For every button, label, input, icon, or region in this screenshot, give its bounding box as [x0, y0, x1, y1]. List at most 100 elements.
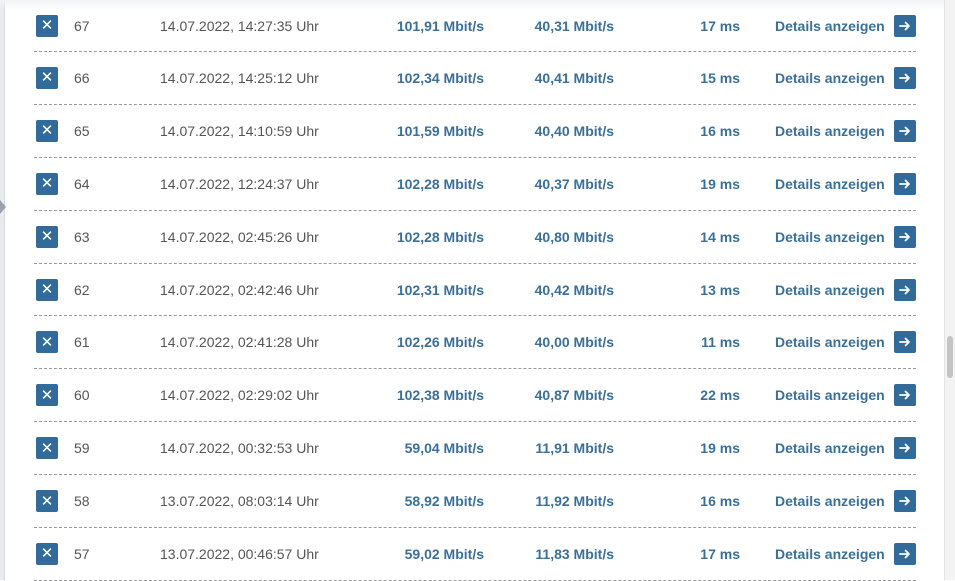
details-link[interactable]: Details anzeigen	[775, 52, 885, 104]
table-row: ✕ 64 14.07.2022, 12:24:37 Uhr 102,28 Mbi…	[34, 158, 916, 211]
result-id: 66	[74, 69, 90, 86]
upload-speed: 11,92 Mbit/s	[535, 493, 614, 510]
open-details-button[interactable]	[894, 384, 916, 407]
open-details-button[interactable]	[894, 542, 916, 565]
delete-button[interactable]: ✕	[36, 278, 58, 301]
table-row: ✕ 66 14.07.2022, 14:25:12 Uhr 102,34 Mbi…	[34, 52, 916, 105]
ping-value: 17 ms	[700, 545, 740, 562]
ping-value: 11 ms	[701, 334, 740, 351]
ping-value: 16 ms	[700, 493, 740, 510]
result-id: 58	[74, 493, 90, 510]
delete-button[interactable]: ✕	[36, 384, 58, 407]
close-icon: ✕	[40, 281, 54, 298]
upload-speed: 40,80 Mbit/s	[534, 228, 614, 245]
delete-button[interactable]: ✕	[36, 14, 58, 37]
table-row: ✕ 60 14.07.2022, 02:29:02 Uhr 102,38 Mbi…	[34, 369, 916, 423]
vertical-scrollbar[interactable]	[944, 0, 955, 580]
delete-button[interactable]: ✕	[36, 66, 58, 89]
details-link[interactable]: Details anzeigen	[775, 422, 885, 474]
upload-speed: 40,00 Mbit/s	[534, 334, 614, 351]
result-datetime: 14.07.2022, 02:41:28 Uhr	[160, 334, 319, 351]
result-id: 62	[74, 281, 90, 298]
upload-speed: 40,31 Mbit/s	[534, 17, 614, 34]
result-id: 57	[74, 545, 90, 562]
upload-speed: 40,41 Mbit/s	[534, 69, 614, 86]
table-row: ✕ 59 14.07.2022, 00:32:53 Uhr 59,04 Mbit…	[34, 422, 916, 476]
upload-speed: 40,87 Mbit/s	[534, 387, 614, 404]
delete-button[interactable]: ✕	[36, 119, 58, 142]
result-id: 67	[74, 17, 90, 34]
arrow-right-icon	[899, 496, 910, 506]
details-link[interactable]: Details anzeigen	[775, 158, 885, 210]
ping-value: 17 ms	[700, 17, 740, 34]
close-icon: ✕	[40, 439, 54, 457]
download-speed: 59,04 Mbit/s	[404, 440, 484, 457]
close-icon: ✕	[40, 122, 54, 140]
upload-speed: 11,83 Mbit/s	[535, 545, 614, 562]
arrow-right-icon	[899, 285, 910, 294]
details-link[interactable]: Details anzeigen	[775, 369, 885, 421]
result-datetime: 14.07.2022, 02:29:02 Uhr	[160, 387, 319, 404]
results-table: ✕ 67 14.07.2022, 14:27:35 Uhr 101,91 Mbi…	[34, 0, 916, 581]
open-details-button[interactable]	[894, 14, 916, 37]
delete-button[interactable]: ✕	[36, 225, 58, 248]
panel-toggle-arrow-icon[interactable]	[0, 200, 6, 214]
close-icon: ✕	[40, 333, 54, 351]
result-datetime: 14.07.2022, 00:32:53 Uhr	[160, 440, 319, 457]
details-link[interactable]: Details anzeigen	[775, 475, 885, 527]
open-details-button[interactable]	[894, 66, 916, 89]
delete-button[interactable]: ✕	[36, 437, 58, 460]
close-icon: ✕	[40, 69, 54, 87]
open-details-button[interactable]	[894, 490, 916, 513]
arrow-right-icon	[899, 390, 910, 400]
result-datetime: 14.07.2022, 12:24:37 Uhr	[160, 175, 319, 192]
arrow-right-icon	[899, 21, 910, 30]
table-row: ✕ 57 13.07.2022, 00:46:57 Uhr 59,02 Mbit…	[34, 528, 916, 581]
delete-button[interactable]: ✕	[36, 542, 58, 565]
arrow-right-icon	[899, 337, 910, 347]
close-icon: ✕	[40, 175, 54, 193]
details-link[interactable]: Details anzeigen	[775, 211, 885, 263]
result-datetime: 14.07.2022, 14:10:59 Uhr	[160, 122, 319, 139]
table-row: ✕ 67 14.07.2022, 14:27:35 Uhr 101,91 Mbi…	[34, 0, 916, 52]
delete-button[interactable]: ✕	[36, 172, 58, 195]
upload-speed: 11,91 Mbit/s	[535, 440, 614, 457]
table-row: ✕ 62 14.07.2022, 02:42:46 Uhr 102,31 Mbi…	[34, 264, 916, 317]
close-icon: ✕	[40, 545, 54, 563]
download-speed: 101,59 Mbit/s	[396, 122, 484, 139]
delete-button[interactable]: ✕	[36, 490, 58, 513]
download-speed: 102,31 Mbit/s	[396, 281, 484, 298]
details-link[interactable]: Details anzeigen	[775, 264, 885, 316]
open-details-button[interactable]	[894, 331, 916, 354]
open-details-button[interactable]	[894, 119, 916, 142]
table-row: ✕ 58 13.07.2022, 08:03:14 Uhr 58,92 Mbit…	[34, 475, 916, 529]
ping-value: 14 ms	[700, 228, 740, 245]
download-speed: 102,26 Mbit/s	[396, 334, 484, 351]
close-icon: ✕	[40, 228, 54, 246]
details-link[interactable]: Details anzeigen	[775, 0, 885, 51]
table-row: ✕ 65 14.07.2022, 14:10:59 Uhr 101,59 Mbi…	[34, 105, 916, 158]
details-link[interactable]: Details anzeigen	[775, 316, 885, 368]
upload-speed: 40,42 Mbit/s	[534, 281, 614, 298]
ping-value: 16 ms	[700, 122, 740, 139]
result-id: 61	[74, 334, 90, 351]
ping-value: 13 ms	[700, 281, 740, 298]
open-details-button[interactable]	[894, 225, 916, 248]
result-id: 59	[74, 440, 90, 457]
open-details-button[interactable]	[894, 172, 916, 195]
details-link[interactable]: Details anzeigen	[775, 528, 885, 580]
open-details-button[interactable]	[894, 278, 916, 301]
upload-speed: 40,37 Mbit/s	[534, 175, 614, 192]
result-datetime: 14.07.2022, 02:42:46 Uhr	[160, 281, 319, 298]
upload-speed: 40,40 Mbit/s	[534, 122, 614, 139]
result-id: 63	[74, 228, 90, 245]
result-id: 64	[74, 175, 90, 192]
open-details-button[interactable]	[894, 437, 916, 460]
details-link[interactable]: Details anzeigen	[775, 105, 885, 157]
arrow-right-icon	[899, 232, 910, 242]
close-icon: ✕	[40, 17, 54, 34]
scrollbar-thumb[interactable]	[947, 336, 953, 378]
delete-button[interactable]: ✕	[36, 331, 58, 354]
close-icon: ✕	[40, 492, 54, 510]
table-row: ✕ 61 14.07.2022, 02:41:28 Uhr 102,26 Mbi…	[34, 316, 916, 370]
